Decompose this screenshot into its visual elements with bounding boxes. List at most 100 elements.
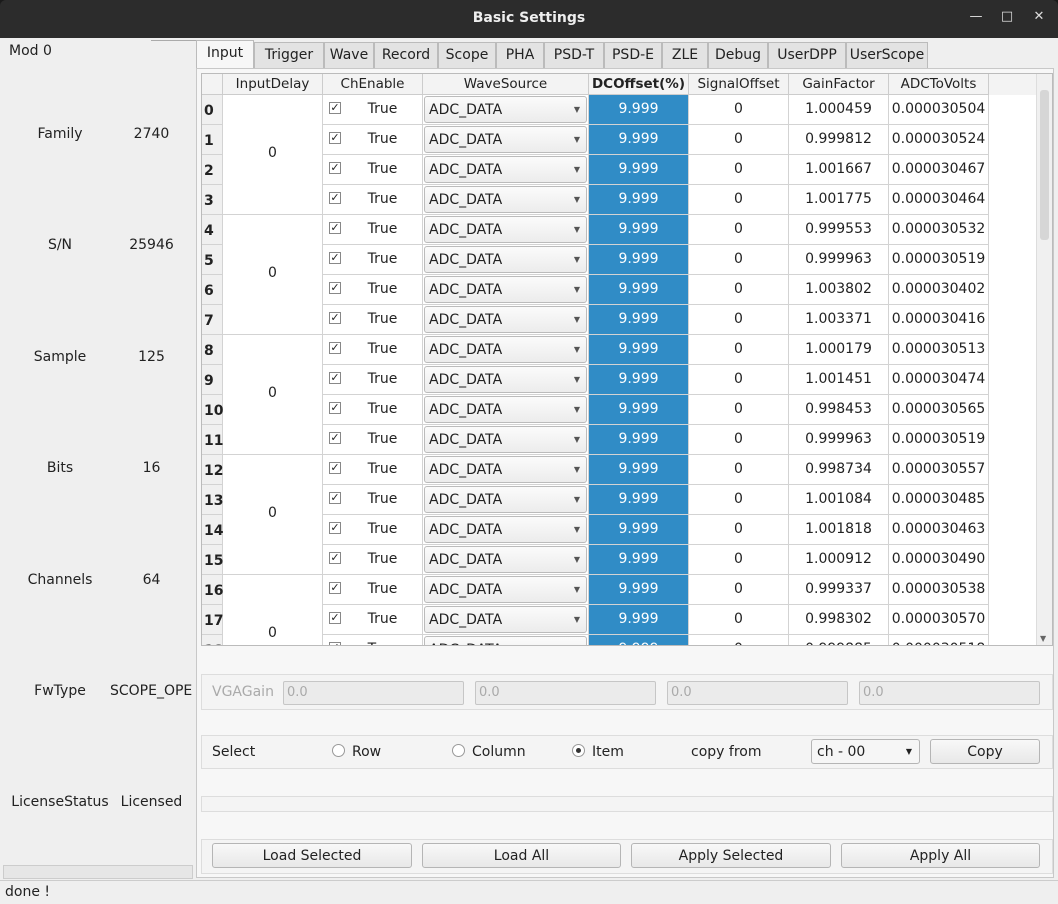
- wave-source-select[interactable]: ADC_DATA ▼: [424, 366, 587, 393]
- row-header[interactable]: 6: [202, 275, 223, 305]
- column-radio-label[interactable]: Column: [472, 744, 526, 760]
- row-header[interactable]: 14: [202, 515, 223, 545]
- tab-wave[interactable]: Wave: [324, 42, 374, 68]
- wave-source-select[interactable]: ADC_DATA ▼: [424, 486, 587, 513]
- dc-offset-cell[interactable]: 9.999: [589, 335, 689, 365]
- signal-offset-cell[interactable]: 0: [689, 125, 789, 155]
- enable-cell[interactable]: ✓ True: [323, 125, 423, 155]
- row-header[interactable]: 3: [202, 185, 223, 215]
- adc-to-volts-cell[interactable]: 0.000030504: [889, 95, 989, 125]
- dc-offset-cell[interactable]: 9.999: [589, 155, 689, 185]
- adc-to-volts-cell[interactable]: 0.000030519: [889, 425, 989, 455]
- enable-cell[interactable]: ✓ True: [323, 395, 423, 425]
- adc-to-volts-cell[interactable]: 0.000030519: [889, 245, 989, 275]
- enable-checkbox[interactable]: ✓: [329, 492, 341, 504]
- row-header[interactable]: 4: [202, 215, 223, 245]
- enable-cell[interactable]: ✓ True: [323, 515, 423, 545]
- column-header[interactable]: InputDelay: [223, 74, 323, 95]
- enable-cell[interactable]: ✓ True: [323, 575, 423, 605]
- gain-factor-cell[interactable]: 1.003802: [789, 275, 889, 305]
- enable-checkbox[interactable]: ✓: [329, 372, 341, 384]
- gain-factor-cell[interactable]: 1.000179: [789, 335, 889, 365]
- row-header[interactable]: 2: [202, 155, 223, 185]
- signal-offset-cell[interactable]: 0: [689, 605, 789, 635]
- adc-to-volts-cell[interactable]: 0.000030557: [889, 455, 989, 485]
- gain-factor-cell[interactable]: 0.999963: [789, 245, 889, 275]
- dc-offset-cell[interactable]: 9.999: [589, 425, 689, 455]
- enable-cell[interactable]: ✓ True: [323, 455, 423, 485]
- gain-factor-cell[interactable]: 1.001818: [789, 515, 889, 545]
- enable-checkbox[interactable]: ✓: [329, 192, 341, 204]
- adc-to-volts-cell[interactable]: 0.000030464: [889, 185, 989, 215]
- enable-checkbox[interactable]: ✓: [329, 342, 341, 354]
- signal-offset-cell[interactable]: 0: [689, 95, 789, 125]
- row-header[interactable]: 15: [202, 545, 223, 575]
- column-header[interactable]: ChEnable: [323, 74, 423, 95]
- module-tab[interactable]: Mod 0: [3, 40, 153, 62]
- row-radio[interactable]: [332, 744, 345, 757]
- dc-offset-cell[interactable]: 9.999: [589, 545, 689, 575]
- enable-checkbox[interactable]: ✓: [329, 522, 341, 534]
- gain-factor-cell[interactable]: 0.998734: [789, 455, 889, 485]
- scrollbar-thumb[interactable]: [1040, 90, 1049, 240]
- signal-offset-cell[interactable]: 0: [689, 155, 789, 185]
- dc-offset-cell[interactable]: 9.999: [589, 215, 689, 245]
- dc-offset-cell[interactable]: 9.999: [589, 455, 689, 485]
- enable-checkbox[interactable]: ✓: [329, 132, 341, 144]
- dc-offset-cell[interactable]: 9.999: [589, 275, 689, 305]
- dc-offset-cell[interactable]: 9.999: [589, 125, 689, 155]
- signal-offset-cell[interactable]: 0: [689, 485, 789, 515]
- tab-psd-t[interactable]: PSD-T: [544, 42, 604, 68]
- enable-checkbox[interactable]: ✓: [329, 222, 341, 234]
- enable-cell[interactable]: ✓ True: [323, 155, 423, 185]
- signal-offset-cell[interactable]: 0: [689, 245, 789, 275]
- signal-offset-cell[interactable]: 0: [689, 455, 789, 485]
- column-radio[interactable]: [452, 744, 465, 757]
- enable-checkbox[interactable]: ✓: [329, 552, 341, 564]
- input-delay-cell[interactable]: 0: [223, 215, 323, 335]
- enable-checkbox[interactable]: ✓: [329, 252, 341, 264]
- wave-source-select[interactable]: ADC_DATA ▼: [424, 246, 587, 273]
- row-radio-label[interactable]: Row: [352, 744, 381, 760]
- wave-source-select[interactable]: ADC_DATA ▼: [424, 306, 587, 333]
- row-header[interactable]: 12: [202, 455, 223, 485]
- dc-offset-cell[interactable]: 9.999: [589, 305, 689, 335]
- column-header[interactable]: GainFactor: [789, 74, 889, 95]
- gain-factor-cell[interactable]: 0.998453: [789, 395, 889, 425]
- row-header[interactable]: 16: [202, 575, 223, 605]
- dc-offset-cell[interactable]: 9.999: [589, 185, 689, 215]
- wave-source-select[interactable]: ADC_DATA ▼: [424, 336, 587, 363]
- dc-offset-cell[interactable]: 9.999: [589, 95, 689, 125]
- enable-checkbox[interactable]: ✓: [329, 312, 341, 324]
- input-delay-cell[interactable]: 0: [223, 455, 323, 575]
- adc-to-volts-cell[interactable]: 0.000030467: [889, 155, 989, 185]
- vga-gain-field[interactable]: 0.0: [283, 681, 464, 705]
- enable-cell[interactable]: ✓ True: [323, 95, 423, 125]
- adc-to-volts-cell[interactable]: 0.000030565: [889, 395, 989, 425]
- signal-offset-cell[interactable]: 0: [689, 305, 789, 335]
- signal-offset-cell[interactable]: 0: [689, 335, 789, 365]
- gain-factor-cell[interactable]: 1.001451: [789, 365, 889, 395]
- wave-source-select[interactable]: ADC_DATA ▼: [424, 456, 587, 483]
- vga-gain-field[interactable]: 0.0: [859, 681, 1040, 705]
- horizontal-scrollbar[interactable]: [3, 865, 193, 879]
- column-header[interactable]: ADCToVolts: [889, 74, 989, 95]
- column-header[interactable]: SignalOffset: [689, 74, 789, 95]
- enable-checkbox[interactable]: ✓: [329, 102, 341, 114]
- dc-offset-cell[interactable]: 9.999: [589, 365, 689, 395]
- adc-to-volts-cell[interactable]: 0.000030474: [889, 365, 989, 395]
- enable-checkbox[interactable]: ✓: [329, 612, 341, 624]
- signal-offset-cell[interactable]: 0: [689, 425, 789, 455]
- row-header[interactable]: 1: [202, 125, 223, 155]
- item-radio-label[interactable]: Item: [592, 744, 624, 760]
- dc-offset-cell[interactable]: 9.999: [589, 245, 689, 275]
- enable-cell[interactable]: ✓ True: [323, 215, 423, 245]
- tab-debug[interactable]: Debug: [708, 42, 768, 68]
- enable-cell[interactable]: ✓ True: [323, 635, 423, 645]
- wave-source-select[interactable]: ADC_DATA ▼: [424, 186, 587, 213]
- dc-offset-cell[interactable]: 9.999: [589, 515, 689, 545]
- row-header[interactable]: 5: [202, 245, 223, 275]
- wave-source-select[interactable]: ADC_DATA ▼: [424, 126, 587, 153]
- signal-offset-cell[interactable]: 0: [689, 215, 789, 245]
- tab-record[interactable]: Record: [374, 42, 438, 68]
